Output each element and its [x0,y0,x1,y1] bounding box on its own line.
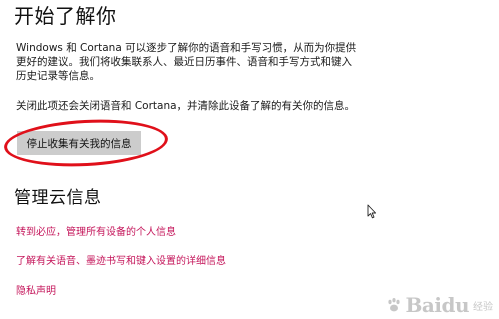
stop-collecting-button[interactable]: 停止收集有关我的信息 [17,131,141,155]
link-learn-more-settings[interactable]: 了解有关语音、墨迹书写和键入设置的详细信息 [16,252,226,267]
warning-paragraph: 关闭此项还会关闭语音和 Cortana，并清除此设备了解的有关你的信息。 [16,100,356,112]
description-paragraph: Windows 和 Cortana 可以逐步了解你的语音和手写习惯，从而为你提供… [16,42,357,82]
link-privacy-statement[interactable]: 隐私声明 [16,282,56,297]
section-title-manage-cloud-info: 管理云信息 [14,188,102,208]
section-title-get-to-know-you: 开始了解你 [14,4,117,28]
watermark-sub-text: 经验 [473,301,493,313]
baidu-paw-icon [387,298,400,312]
link-manage-on-bing[interactable]: 转到必应，管理所有设备的个人信息 [16,223,176,238]
mouse-pointer-icon [367,204,377,219]
watermark-logo-text: Baidu [405,293,470,317]
baidu-watermark: Baidu 经验 [386,293,493,317]
